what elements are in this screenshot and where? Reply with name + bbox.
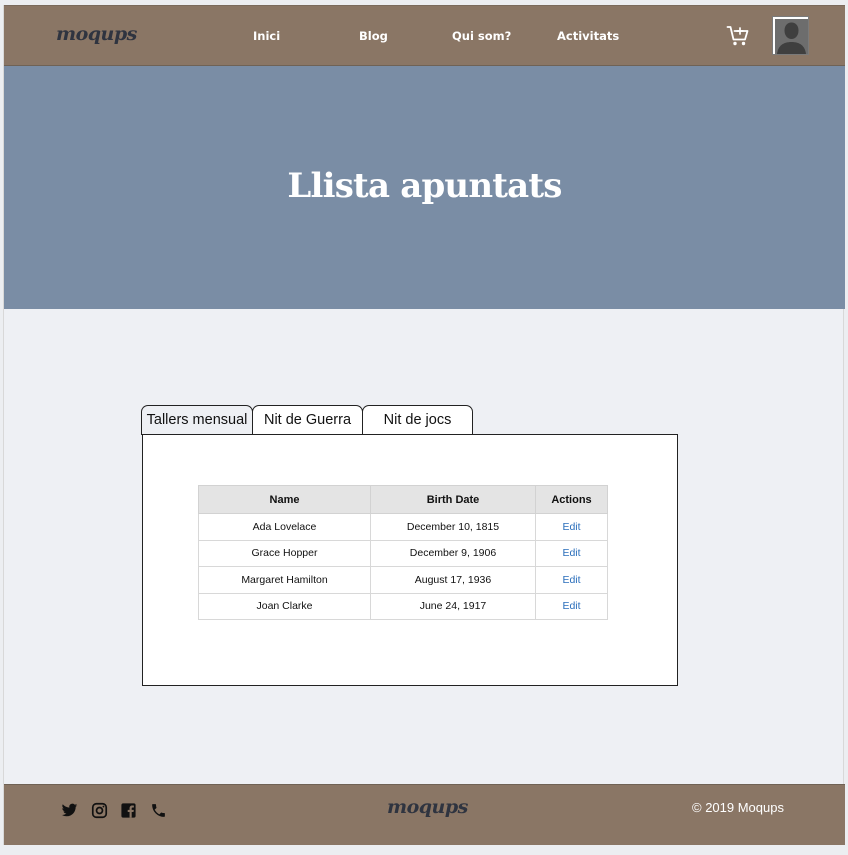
tab-nit-de-guerra[interactable]: Nit de Guerra: [252, 405, 363, 435]
cell-name: Grace Hopper: [198, 539, 371, 567]
copyright-text: © 2019 Moqups: [692, 800, 784, 815]
table-header-row: Name Birth Date Actions: [198, 485, 608, 514]
twitter-icon[interactable]: [61, 802, 78, 819]
tab-tallers-mensual[interactable]: Tallers mensual: [141, 405, 253, 435]
phone-icon[interactable]: [150, 802, 167, 819]
header-logo[interactable]: moqups: [56, 23, 137, 45]
hero-banner: Llista apuntats: [4, 66, 845, 309]
edit-link[interactable]: Edit: [535, 592, 608, 620]
cell-name: Joan Clarke: [198, 592, 371, 620]
column-header-name[interactable]: Name: [198, 485, 371, 514]
nav-item-blog[interactable]: Blog: [359, 29, 388, 43]
user-avatar[interactable]: [772, 16, 809, 55]
table-row: Margaret Hamilton August 17, 1936 Edit: [198, 566, 608, 594]
facebook-icon[interactable]: [120, 802, 137, 819]
footer-logo[interactable]: moqups: [387, 796, 468, 818]
cell-birth-date: August 17, 1936: [370, 566, 536, 594]
attendees-table: Name Birth Date Actions Ada Lovelace Dec…: [198, 485, 608, 620]
edit-link[interactable]: Edit: [535, 513, 608, 541]
nav-item-qui-som[interactable]: Qui som?: [452, 29, 511, 43]
cell-birth-date: June 24, 1917: [370, 592, 536, 620]
top-navbar: moqups Inici Blog Qui som? Activitats: [4, 5, 845, 66]
table-row: Grace Hopper December 9, 1906 Edit: [198, 539, 608, 567]
nav-item-inici[interactable]: Inici: [253, 29, 280, 43]
nav-item-activitats[interactable]: Activitats: [557, 29, 619, 43]
cell-birth-date: December 9, 1906: [370, 539, 536, 567]
page-title: Llista apuntats: [287, 166, 562, 206]
table-row: Joan Clarke June 24, 1917 Edit: [198, 592, 608, 620]
tab-nit-de-jocs[interactable]: Nit de jocs: [362, 405, 473, 435]
cell-name: Margaret Hamilton: [198, 566, 371, 594]
cell-name: Ada Lovelace: [198, 513, 371, 541]
table-row: Ada Lovelace December 10, 1815 Edit: [198, 513, 608, 541]
column-header-birth-date[interactable]: Birth Date: [370, 485, 536, 514]
cart-icon[interactable]: [726, 24, 750, 48]
edit-link[interactable]: Edit: [535, 539, 608, 567]
column-header-actions: Actions: [535, 485, 608, 514]
page-frame: moqups Inici Blog Qui som? Activitats Ll…: [3, 5, 845, 845]
user-silhouette-icon: [775, 19, 808, 54]
footer: moqups © 2019 Moqups: [4, 784, 845, 845]
edit-link[interactable]: Edit: [535, 566, 608, 594]
cell-birth-date: December 10, 1815: [370, 513, 536, 541]
instagram-icon[interactable]: [91, 802, 108, 819]
